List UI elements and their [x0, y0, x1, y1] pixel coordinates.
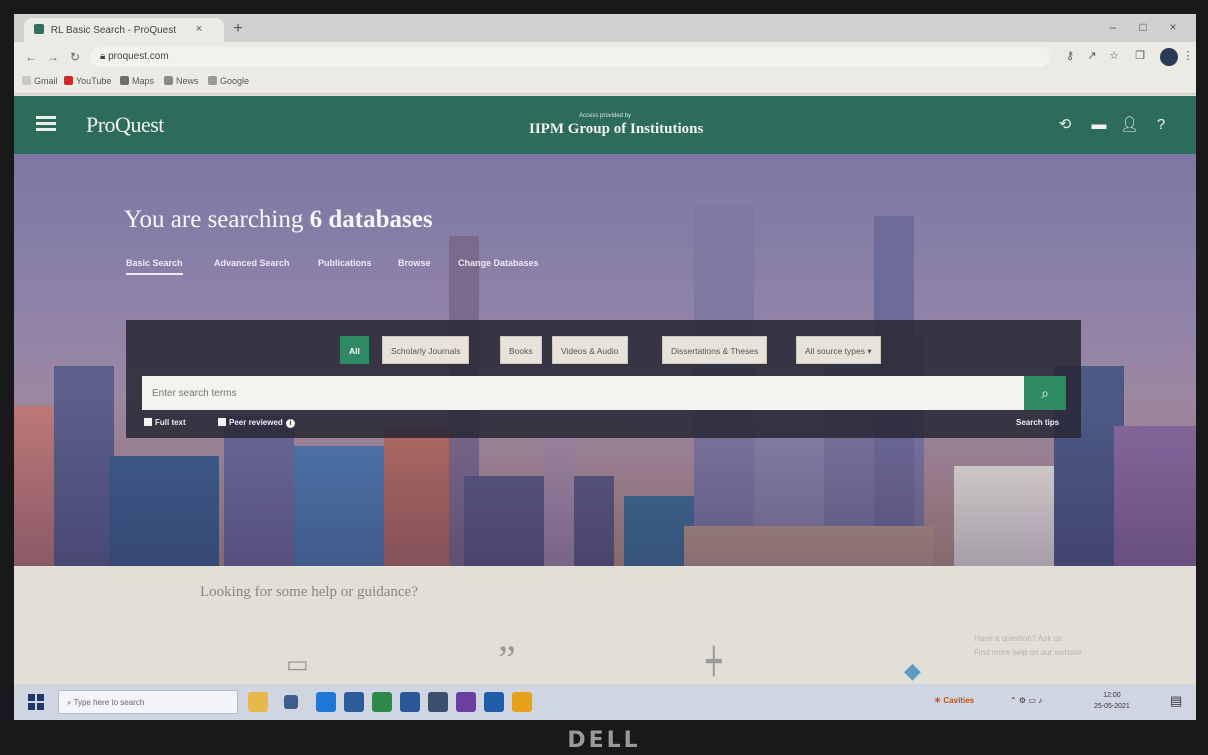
- extensions-icon[interactable]: ❐: [1132, 48, 1148, 64]
- file-explorer-icon[interactable]: [428, 692, 448, 712]
- weather-widget[interactable]: ☀ Cavities: [934, 696, 974, 705]
- quote-icon[interactable]: ”: [498, 636, 516, 683]
- help-section-title: Looking for some help or guidance?: [200, 584, 418, 600]
- tab-browse[interactable]: Browse: [398, 258, 431, 268]
- taskbar-search-box[interactable]: ⌕ Type here to search: [58, 690, 238, 714]
- institution-caption: Access provided by: [579, 113, 632, 119]
- signpost-icon[interactable]: ┿: [706, 646, 722, 677]
- hero-banner: You are searching 6 databases Basic Sear…: [14, 154, 1196, 566]
- system-tray-icons[interactable]: ⌃ ⚙ ▭ ♪: [1010, 696, 1042, 705]
- menu-kebab-icon[interactable]: ⋮: [1180, 48, 1196, 64]
- filter-scholarly-journals[interactable]: Scholarly Journals: [382, 336, 470, 364]
- help-icon[interactable]: ?: [1152, 116, 1170, 134]
- new-tab-button[interactable]: +: [228, 19, 248, 39]
- bookmark-news[interactable]: News: [164, 76, 199, 86]
- bookmark-gmail[interactable]: Gmail: [22, 76, 58, 86]
- chrome-icon[interactable]: [512, 692, 532, 712]
- info-icon[interactable]: i: [285, 419, 295, 428]
- hamburger-menu-icon[interactable]: [36, 116, 56, 132]
- filter-all[interactable]: All: [340, 336, 369, 364]
- cortana-icon[interactable]: [248, 692, 268, 712]
- institution-name: IIPM Group of Institutions: [529, 121, 704, 137]
- profile-avatar[interactable]: [1160, 48, 1178, 66]
- windows-taskbar: ⌕ Type here to search ☀ Cavities ⌃ ⚙ ▭ ♪…: [14, 684, 1196, 720]
- browser-tabstrip: RL Basic Search - ProQuest × + – □ ×: [14, 14, 1196, 42]
- bookmark-google[interactable]: Google: [208, 76, 249, 86]
- teams-icon[interactable]: [456, 692, 476, 712]
- maximize-button[interactable]: □: [1132, 20, 1154, 34]
- edge-icon[interactable]: [316, 692, 336, 712]
- screen: RL Basic Search - ProQuest × + – □ × ← →…: [14, 14, 1196, 720]
- tab-publications[interactable]: Publications: [318, 258, 372, 268]
- search-tips-link[interactable]: Search tips: [1016, 418, 1059, 427]
- url-text: proquest.com: [108, 51, 169, 62]
- back-icon[interactable]: ←: [22, 48, 40, 66]
- graduation-cap-icon[interactable]: ◆: [904, 658, 921, 684]
- tab-basic-search[interactable]: Basic Search: [126, 258, 183, 275]
- search-button[interactable]: ⌕: [1024, 376, 1066, 410]
- reload-icon[interactable]: ↻: [66, 48, 84, 66]
- help-side-note: Have a question? Ask us Find more help o…: [974, 634, 1082, 657]
- lock-icon: 🔒︎: [100, 51, 109, 62]
- close-window-button[interactable]: ×: [1162, 20, 1184, 34]
- history-icon[interactable]: ⟲: [1056, 116, 1074, 134]
- filter-dissertations-theses[interactable]: Dissertations & Theses: [662, 336, 768, 364]
- inbox-icon[interactable]: ▭: [286, 650, 309, 679]
- mail-icon[interactable]: [400, 692, 420, 712]
- proquest-favicon-icon: [34, 24, 44, 34]
- windows-start-icon[interactable]: [28, 694, 44, 710]
- search-input[interactable]: [142, 376, 1024, 410]
- forward-icon[interactable]: →: [44, 48, 62, 66]
- tab-close-icon[interactable]: ×: [192, 22, 206, 36]
- word-icon[interactable]: [484, 692, 504, 712]
- taskbar-clock[interactable]: 12:00 25-05-2021: [1094, 690, 1130, 712]
- key-icon[interactable]: ⚷: [1062, 48, 1078, 64]
- bookmarks-bar: Gmail YouTube Maps News Google: [14, 72, 1196, 94]
- filter-books[interactable]: Books: [500, 336, 542, 364]
- tab-advanced-search[interactable]: Advanced Search: [214, 258, 290, 268]
- notifications-icon[interactable]: ▤: [1170, 693, 1182, 709]
- folder-icon[interactable]: ▬: [1090, 116, 1108, 134]
- excel-icon[interactable]: [372, 692, 392, 712]
- dell-logo: DELL: [567, 728, 641, 753]
- app-header: ProQuest Access provided by IIPM Group o…: [14, 96, 1196, 154]
- peer-reviewed-checkbox[interactable]: Peer reviewed i: [218, 418, 295, 428]
- browser-toolbar: ← → ↻ 🔒︎ proquest.com ⚷ ↗ ☆ ❐ ⋮: [14, 42, 1196, 72]
- bookmark-maps[interactable]: Maps: [120, 76, 154, 86]
- help-section: Looking for some help or guidance? ▭ ” ┿…: [14, 566, 1196, 684]
- search-icon: ⌕: [1041, 385, 1049, 401]
- source-types-dropdown[interactable]: All source types ▾: [796, 336, 881, 364]
- filter-videos-audio[interactable]: Videos & Audio: [552, 336, 628, 364]
- tab-title: RL Basic Search - ProQuest: [50, 25, 177, 36]
- address-bar[interactable]: 🔒︎ proquest.com: [90, 47, 1050, 67]
- store-icon[interactable]: [344, 692, 364, 712]
- proquest-logo[interactable]: ProQuest: [86, 112, 164, 138]
- full-text-checkbox[interactable]: Full text: [144, 418, 186, 427]
- bookmark-star-icon[interactable]: ☆: [1106, 48, 1122, 64]
- share-icon[interactable]: ↗: [1084, 48, 1100, 64]
- tab-change-databases[interactable]: Change Databases: [458, 258, 539, 268]
- task-view-icon[interactable]: [284, 695, 298, 709]
- bookmark-youtube[interactable]: YouTube: [64, 76, 111, 86]
- search-panel: All Scholarly Journals Books Videos & Au…: [126, 320, 1081, 438]
- hero-title: You are searching 6 databases: [124, 206, 433, 233]
- minimize-button[interactable]: –: [1102, 20, 1124, 34]
- user-icon[interactable]: 👤︎: [1120, 116, 1139, 134]
